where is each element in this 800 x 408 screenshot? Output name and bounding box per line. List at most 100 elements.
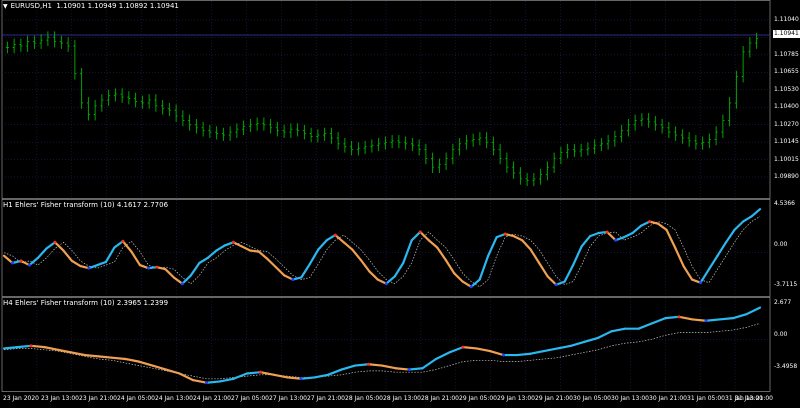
cross-marker xyxy=(614,238,618,242)
fisher-segment xyxy=(718,317,735,321)
time-tick-label: 24 Jan 13:00 xyxy=(155,395,193,402)
fisher-segment xyxy=(750,208,762,218)
cross-marker xyxy=(648,220,652,224)
fisher-segment xyxy=(665,228,677,249)
scale-label: 0.00 xyxy=(774,240,788,248)
cross-marker xyxy=(384,282,388,286)
fisher-segment xyxy=(673,246,685,268)
fisher-segment xyxy=(716,241,728,257)
fisher-segment xyxy=(368,270,379,281)
time-tick-label: 28 Jan 21:00 xyxy=(421,395,459,402)
time-tick-label: 27 Jan 05:00 xyxy=(231,395,269,402)
current-price-box: 1.10941 xyxy=(773,30,800,38)
fisher-segment xyxy=(16,344,33,349)
main-price-pane[interactable]: ▼ EURUSD,H1 1.10901 1.10949 1.10892 1.109… xyxy=(0,0,800,199)
fisher-segment xyxy=(113,240,125,249)
symbol-label: EURUSD,H1 xyxy=(10,2,52,10)
scale-label: 1.10270 xyxy=(774,120,799,128)
fisher-segment xyxy=(563,263,575,283)
fisher-segment xyxy=(2,346,19,350)
fisher-segment xyxy=(56,348,73,354)
fisher-segment xyxy=(677,315,694,321)
time-tick-label: 24 Jan 05:00 xyxy=(117,395,155,402)
fisher-segment xyxy=(488,349,505,357)
fisher-segment xyxy=(266,257,277,269)
signal-line xyxy=(3,323,761,380)
fisher-segment xyxy=(448,346,465,354)
scale-label: -3.4958 xyxy=(774,363,798,370)
time-tick-label: 30 Jan 05:00 xyxy=(573,395,611,402)
fisher-segment xyxy=(206,249,218,259)
fisher-segment xyxy=(164,268,175,279)
time-tick-label: 23 Jan 21:00 xyxy=(79,395,117,402)
fisher-segment xyxy=(215,244,226,252)
fisher-segment xyxy=(272,373,289,379)
fisher-segment xyxy=(556,344,573,350)
cross-marker xyxy=(291,278,295,282)
fisher-segment xyxy=(580,235,592,248)
fisher-segment xyxy=(172,276,184,285)
fisher-segment xyxy=(178,372,195,382)
fisher-segment xyxy=(407,367,424,371)
h1-fisher-chart[interactable] xyxy=(0,199,800,297)
scale-label: 1.09890 xyxy=(774,173,799,180)
fisher-segment xyxy=(402,239,413,265)
fisher-segment xyxy=(707,254,719,271)
fisher-segment xyxy=(380,364,397,370)
cross-marker xyxy=(10,261,14,265)
scale-label: -3.7115 xyxy=(774,281,798,288)
fisher-segment xyxy=(353,363,370,367)
h4-fisher-chart[interactable] xyxy=(0,297,800,392)
fisher-segment xyxy=(704,318,721,322)
cross-marker xyxy=(333,233,337,237)
time-tick-label: 31 Jan 05:00 xyxy=(687,395,725,402)
fisher-segment xyxy=(189,261,201,277)
fisher-segment xyxy=(191,378,208,384)
fisher-segment xyxy=(151,364,168,371)
fisher-segment xyxy=(529,248,541,265)
fisher-segment xyxy=(240,245,252,252)
scale-label: 0.00 xyxy=(774,331,788,338)
h1-fisher-label: H1 Ehlers' Fisher transform (10) 4.1617 … xyxy=(3,201,169,209)
fisher-segment xyxy=(300,262,311,279)
cross-marker xyxy=(677,315,681,319)
fisher-segment xyxy=(724,228,736,244)
fisher-segment xyxy=(340,364,357,371)
cross-marker xyxy=(418,230,422,234)
fisher-segment xyxy=(70,351,87,357)
time-tick-label: 31 Jan 21:00 xyxy=(735,395,773,402)
time-tick-label: 28 Jan 13:00 xyxy=(383,395,421,402)
h4-fisher-pane[interactable]: H4 Ehlers' Fisher transform (10) 2.3965 … xyxy=(0,297,800,392)
signal-line xyxy=(3,216,761,288)
pane-frame xyxy=(1,297,771,392)
fisher-segment xyxy=(421,357,438,370)
fisher-segment xyxy=(313,373,330,379)
fisher-segment xyxy=(733,220,745,231)
fisher-segment xyxy=(682,265,694,281)
fisher-segment xyxy=(393,261,405,278)
time-tick-label: 30 Jan 21:00 xyxy=(649,395,687,402)
dropdown-triangle-icon[interactable]: ▼ xyxy=(3,3,8,10)
fisher-segment xyxy=(699,268,711,284)
scale-label: 1.11040 xyxy=(774,16,799,23)
cross-marker xyxy=(699,281,703,285)
fisher-segment xyxy=(622,231,634,239)
fisher-segment xyxy=(245,371,262,375)
price-chart[interactable] xyxy=(0,0,800,199)
h1-fisher-pane[interactable]: H1 Ehlers' Fisher transform (10) 4.1617 … xyxy=(0,199,800,297)
fisher-segment xyxy=(529,349,546,355)
fisher-segment xyxy=(637,322,654,330)
fisher-segment xyxy=(45,241,57,250)
time-tick-label: 30 Jan 13:00 xyxy=(611,395,649,402)
fisher-segment xyxy=(394,367,411,371)
fisher-segment xyxy=(521,239,532,251)
scale-label: 1.10015 xyxy=(774,155,799,163)
fisher-segment xyxy=(274,266,286,277)
fisher-segment xyxy=(606,230,617,242)
fisher-segment xyxy=(589,231,600,238)
fisher-segment xyxy=(53,241,65,252)
fisher-segment xyxy=(572,245,583,267)
time-tick-label: 23 Jan 2020 xyxy=(3,395,39,402)
fisher-segment xyxy=(29,344,46,349)
scale-label: 2.677 xyxy=(774,299,792,306)
